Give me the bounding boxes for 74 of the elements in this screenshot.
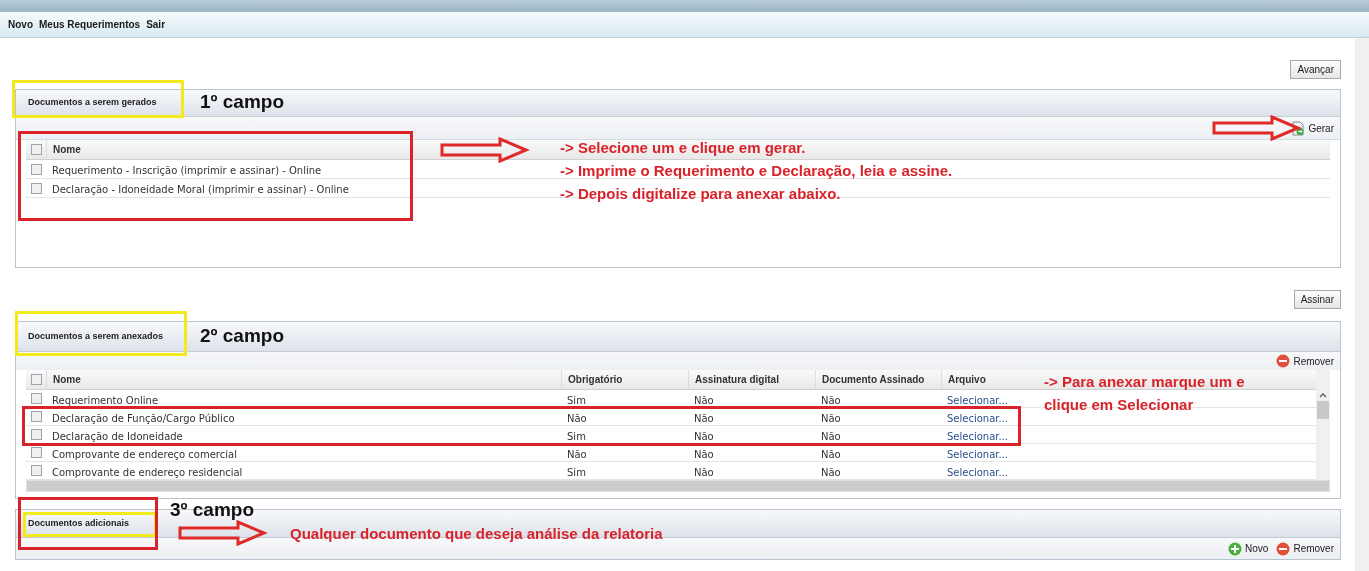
select-file-link[interactable]: Selecionar... xyxy=(947,430,1009,442)
annotation-note: Qualquer documento que deseja análise da relatoria xyxy=(290,524,663,544)
table-cell: Requerimento - Inscrição (imprimir e assinar) - Online xyxy=(52,165,322,176)
table-cell: Não xyxy=(821,394,841,406)
table-cell: Não xyxy=(694,430,714,442)
panel-title: Documentos a serem gerados xyxy=(28,96,157,110)
select-file-link[interactable]: Selecionar... xyxy=(947,412,1009,424)
annotation-note: -> Imprime o Requerimento e Declaração, leia e assine. xyxy=(560,161,953,181)
action-button[interactable]: Avançar xyxy=(1290,60,1341,79)
table-cell: Requerimento Online xyxy=(52,394,159,406)
panel-title: Documentos adicionais xyxy=(28,516,130,530)
document-icon xyxy=(1291,120,1306,136)
checkbox[interactable] xyxy=(30,144,42,155)
remove-icon xyxy=(1276,354,1291,368)
column-header[interactable]: Assinatura digital xyxy=(688,370,815,389)
annotation-label: 2º campo xyxy=(200,324,285,348)
annotation-note: clique em Selecionar xyxy=(1044,395,1195,415)
horizontal-scrollbar[interactable] xyxy=(26,480,1330,492)
table-cell: Não xyxy=(567,412,587,424)
annotation-note: -> Selecione um e clique em gerar. xyxy=(560,138,807,158)
annotation-note: -> Para anexar marque um e xyxy=(1044,372,1245,392)
toolbar-button[interactable]: Novo xyxy=(1228,541,1269,556)
vertical-scrollbar[interactable] xyxy=(1316,370,1330,480)
scroll-up-icon[interactable] xyxy=(1319,392,1327,398)
checkbox[interactable] xyxy=(30,411,42,422)
table-cell: Não xyxy=(694,466,714,478)
scroll-thumb[interactable] xyxy=(1317,401,1329,419)
add-icon xyxy=(1228,541,1243,556)
column-header[interactable]: Arquivo xyxy=(941,370,1031,389)
menu-item[interactable]: Sair xyxy=(146,17,166,32)
annotation-label: 3º campo xyxy=(170,498,255,522)
checkbox[interactable] xyxy=(30,182,42,194)
page-scrollbar[interactable] xyxy=(1355,38,1369,571)
table-cell: Não xyxy=(821,430,841,442)
remove-icon xyxy=(1276,541,1291,556)
table-cell: Comprovante de endereço residencial xyxy=(52,466,243,478)
table-cell: Comprovante de endereço comercial xyxy=(52,448,237,460)
column-header[interactable]: Nome xyxy=(46,370,561,389)
column-header[interactable]: Documento Assinado xyxy=(815,370,941,389)
table-cell: Não xyxy=(821,448,841,460)
checkbox[interactable] xyxy=(30,374,42,385)
menu-item[interactable]: Novo xyxy=(8,17,33,32)
panel-title: Documentos a serem anexados xyxy=(28,329,164,343)
table-cell: Sim xyxy=(567,466,586,478)
checkbox[interactable] xyxy=(30,393,42,404)
table-cell: Não xyxy=(694,412,714,424)
table-cell: Não xyxy=(694,394,714,406)
action-button[interactable]: Assinar xyxy=(1293,290,1341,309)
checkbox[interactable] xyxy=(30,465,42,476)
table-cell: Sim xyxy=(567,430,586,442)
arrow-icon xyxy=(1212,115,1302,141)
table-cell: Declaração - Idoneidade Moral (imprimir e assinar) - Online xyxy=(52,184,349,195)
table-cell: Não xyxy=(567,448,587,460)
menu-item[interactable]: Meus Requerimentos xyxy=(39,17,141,32)
toolbar-button[interactable]: Remover xyxy=(1276,353,1334,369)
select-file-link[interactable]: Selecionar... xyxy=(947,448,1009,460)
arrow-icon xyxy=(178,520,268,546)
table-cell: Não xyxy=(821,466,841,478)
table-cell: Sim xyxy=(567,394,586,406)
toolbar-button[interactable]: Gerar xyxy=(1291,120,1334,136)
annotation-note: -> Depois digitalize para anexar abaixo. xyxy=(560,184,842,204)
checkbox[interactable] xyxy=(30,447,42,458)
arrow-icon xyxy=(440,137,530,163)
table-cell: Declaração de Idoneidade xyxy=(52,430,183,442)
annotation-label: 1º campo xyxy=(200,90,285,114)
checkbox[interactable] xyxy=(30,429,42,440)
checkbox[interactable] xyxy=(30,163,42,175)
toolbar-button[interactable]: Remover xyxy=(1276,541,1334,556)
table-cell: Não xyxy=(694,448,714,460)
table-cell: Não xyxy=(821,412,841,424)
select-file-link[interactable]: Selecionar... xyxy=(947,466,1009,478)
table-cell: Declaração de Função/Cargo Público xyxy=(52,412,235,424)
column-header[interactable]: Obrigatório xyxy=(561,370,688,389)
select-file-link[interactable]: Selecionar... xyxy=(947,394,1009,406)
